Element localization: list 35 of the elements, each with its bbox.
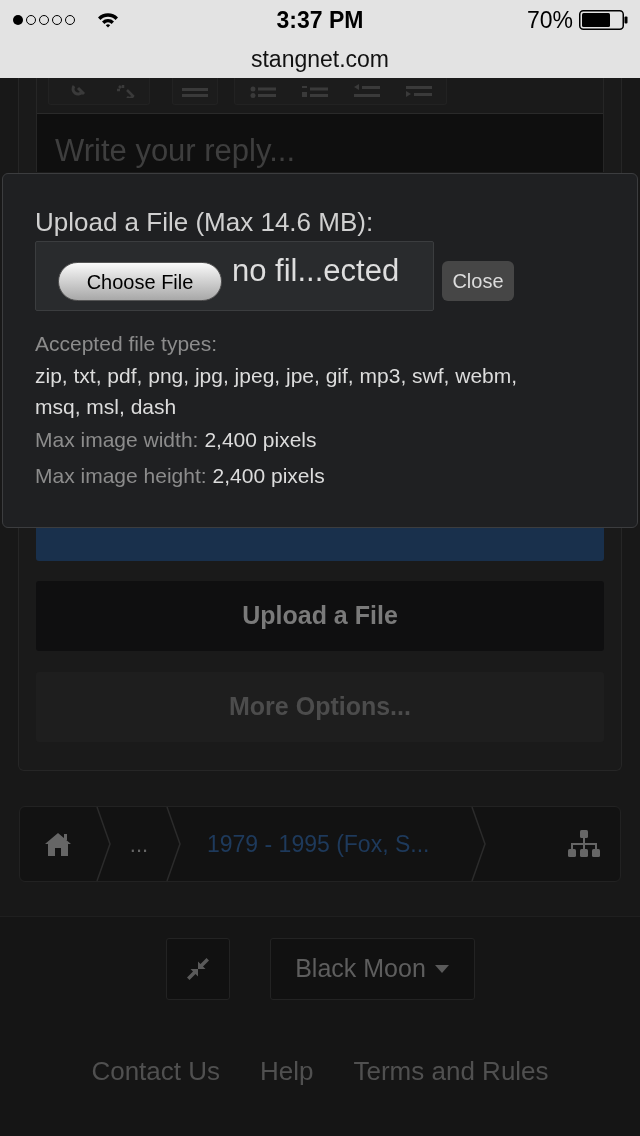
accepted-types-list: zip, txt, pdf, png, jpg, jpeg, jpe, gif, mp3, swf, webm, msq, msl, dash: [35, 360, 545, 422]
signal-strength-icon: [12, 14, 76, 26]
post-reply-button[interactable]: [36, 527, 604, 561]
clock-time: 3:37 PM: [276, 8, 364, 32]
breadcrumb-link[interactable]: 1979 - 1995 (Fox, S...: [182, 807, 471, 881]
file-status-text: no fil...ected: [232, 253, 400, 289]
footer-link[interactable]: Terms and Rules: [353, 1056, 549, 1086]
compress-icon: [186, 958, 209, 980]
footer-link[interactable]: Contact Us: [91, 1056, 220, 1086]
home-icon: [44, 832, 72, 856]
battery-percentage: 70%: [526, 8, 573, 32]
style-name: Black Moon: [295, 953, 426, 985]
dialog-title: Upload a File (Max 14.6 MB):: [35, 208, 374, 236]
sitemap-icon[interactable]: [568, 830, 600, 858]
outdent-icon[interactable]: [354, 84, 380, 98]
file-input-field[interactable]: Choose File no fil...ected: [35, 241, 434, 311]
wifi-icon: [97, 12, 119, 28]
accepted-types-label: Accepted file types:: [35, 332, 218, 356]
numbered-list-icon[interactable]: [302, 84, 328, 98]
fullscreen-toggle-button[interactable]: [165, 938, 230, 1000]
page-url[interactable]: stangnet.com: [250, 47, 390, 71]
caret-icon: [434, 965, 449, 973]
choose-file-button[interactable]: Choose File: [58, 262, 222, 301]
battery-icon: [579, 10, 628, 30]
limit-label: Max image height:: [35, 463, 207, 490]
upload-file-button[interactable]: Upload a File: [36, 581, 604, 651]
limit-value: 2,400 pixels: [212, 463, 325, 490]
footer-link[interactable]: Help: [260, 1056, 314, 1086]
style-chooser-dropdown[interactable]: Black Moon: [269, 938, 475, 1000]
breadcrumb-link[interactable]: ...: [112, 807, 166, 881]
limit-value: 2,400 pixels: [204, 427, 317, 454]
indent-icon[interactable]: [406, 84, 432, 98]
close-button[interactable]: Close: [442, 261, 514, 301]
bullet-list-icon[interactable]: [250, 84, 276, 98]
limit-label: Max image width:: [35, 427, 199, 454]
